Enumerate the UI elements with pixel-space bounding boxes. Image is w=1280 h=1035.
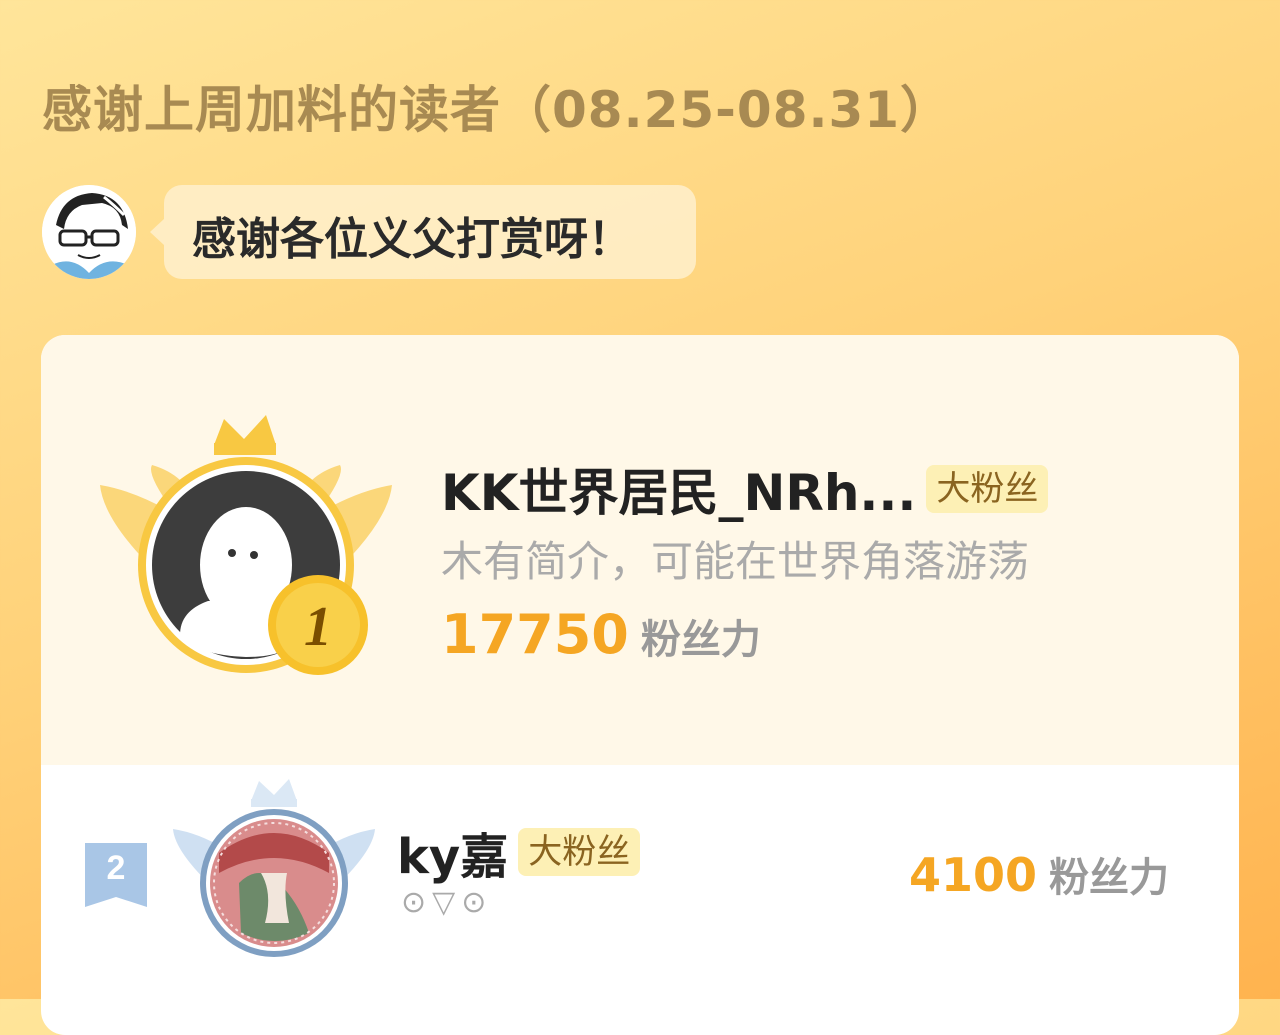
page-title: 感谢上周加料的读者（08.25-08.31） [42,81,952,139]
top-fan[interactable]: 1 KK世界居民_NRh... 大粉丝 木有简介，可能在世界角落游荡 17750… [41,335,1239,765]
author-message: 感谢各位义父打赏呀！ [42,185,742,279]
crown-icon [214,415,276,455]
fan-level-tag: 大粉丝 [926,465,1049,513]
top-fan-score: 17750 粉丝力 [441,603,761,666]
score-unit: 粉丝力 [1049,855,1169,901]
score-value: 4100 [908,848,1037,902]
rank-2-avatar [169,773,379,963]
rank-2-desc: ⊙▽⊙ [401,885,493,920]
fan-level-tag: 大粉丝 [518,828,641,876]
top-name-row: KK世界居民_NRh... 大粉丝 [441,453,1049,525]
author-avatar[interactable] [42,185,136,279]
top-fan-desc: 木有简介，可能在世界角落游荡 [441,537,1030,586]
top-fan-name[interactable]: KK世界居民_NRh... [441,453,916,525]
score-value: 17750 [441,603,629,666]
crown-icon [251,779,297,807]
rank-2-number: 2 [107,849,126,887]
rank-2-name[interactable]: ky嘉 [397,817,508,887]
rank-2-name-row: ky嘉 大粉丝 [397,817,641,887]
rank-2-flag: 2 [85,843,147,907]
message-bubble: 感谢各位义父打赏呀！ [150,185,696,279]
rank-1-number: 1 [304,596,332,658]
ranking-card: 1 KK世界居民_NRh... 大粉丝 木有简介，可能在世界角落游荡 17750… [41,335,1239,1035]
message-text: 感谢各位义父打赏呀！ [192,214,632,265]
rank-2-score: 4100 粉丝力 [909,845,1169,903]
rank-1-badge: 1 [96,405,396,685]
score-unit: 粉丝力 [640,617,761,663]
rank-row-2[interactable]: 2 ky嘉 大粉丝 ⊙▽⊙ 4100 粉丝力 [41,765,1239,1035]
